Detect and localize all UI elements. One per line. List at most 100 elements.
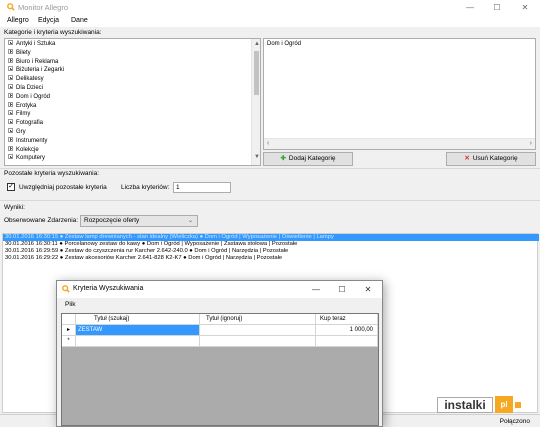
- expand-icon[interactable]: [8, 101, 13, 107]
- row-marker[interactable]: ▸: [62, 325, 76, 336]
- window-title: Monitor Allegro: [18, 3, 69, 12]
- cell-buy-now[interactable]: [316, 336, 378, 347]
- dialog-maximize-button[interactable]: ☐: [335, 284, 349, 295]
- category-tree[interactable]: Antyki i Sztuka Bilety Biuro i Reklama Biżu…: [4, 38, 261, 166]
- tree-item[interactable]: Filmy: [8, 110, 30, 119]
- menu-dane[interactable]: Dane: [71, 17, 88, 24]
- maximize-button[interactable]: ☐: [490, 2, 504, 13]
- tree-item-label: Erotyka: [16, 102, 37, 109]
- connection-status: Połączono: [499, 418, 530, 425]
- selected-categories-list[interactable]: Dom i Ogród ‹ ›: [263, 38, 536, 150]
- logo-badge: pl: [495, 396, 513, 413]
- x-icon: ✕: [464, 155, 470, 162]
- title-bar: Monitor Allegro — ☐ ✕: [0, 0, 540, 15]
- dialog-title: Kryteria Wyszukiwania: [73, 285, 144, 292]
- selected-category-item[interactable]: Dom i Ogród: [267, 41, 301, 47]
- log-entry[interactable]: 30.01.2016 16:30:11 ● Porcelanowy zestaw…: [5, 241, 297, 248]
- expand-icon[interactable]: [8, 57, 13, 63]
- categories-label: Kategorie i kryteria wyszukiwania:: [4, 29, 102, 36]
- tree-item-label: Gry: [16, 129, 26, 135]
- tree-item-label: Antyki i Sztuka: [16, 41, 56, 47]
- tree-item[interactable]: Bilety: [8, 48, 31, 58]
- dialog-close-button[interactable]: ✕: [361, 284, 375, 295]
- logo-wordmark: instalki: [437, 397, 493, 413]
- cell-search[interactable]: [76, 336, 200, 347]
- dialog-minimize-button[interactable]: —: [309, 284, 323, 295]
- criteria-count-label: Liczba kryteriów:: [121, 184, 170, 191]
- tree-item-label: Dla Dzieci: [16, 85, 44, 91]
- remove-category-button[interactable]: ✕ Usuń Kategorię: [446, 152, 536, 166]
- menu-allegro[interactable]: Allegro: [7, 17, 29, 24]
- dialog-search-icon: [62, 285, 70, 293]
- add-category-button[interactable]: ✚ Dodaj Kategorię: [263, 152, 353, 166]
- tree-item[interactable]: Biuro i Reklama: [8, 57, 59, 67]
- criteria-grid[interactable]: Tytuł (szukaj) Tytuł (ignoruj) Kup teraz…: [61, 313, 379, 426]
- expand-icon[interactable]: [8, 154, 13, 160]
- cell-buy-now[interactable]: 1 000,00: [316, 325, 378, 336]
- criteria-count-field[interactable]: 1: [173, 182, 231, 193]
- include-criteria-checkbox[interactable]: ✓: [7, 183, 15, 191]
- log-entry[interactable]: 30.01.2016 16:29:59 ● Zestaw do czyszcze…: [5, 248, 288, 255]
- tree-item[interactable]: Erotyka: [8, 101, 37, 111]
- criteria-dialog: Kryteria Wyszukiwania — ☐ ✕ Plik Tytuł (…: [56, 280, 383, 427]
- scroll-down-icon[interactable]: ▼: [254, 154, 260, 160]
- menu-edycja[interactable]: Edycja: [38, 17, 59, 24]
- scroll-left-icon[interactable]: ‹: [267, 140, 269, 147]
- expand-icon[interactable]: [8, 136, 13, 142]
- tree-item[interactable]: Biżuteria i Zegarki: [8, 66, 64, 75]
- tree-item-label: Dom i Ogród: [16, 93, 51, 100]
- tree-item-label: Filmy: [16, 111, 31, 118]
- dialog-menu-plik[interactable]: Plik: [65, 301, 75, 308]
- cell-search[interactable]: ZESTAW: [76, 325, 200, 336]
- tree-item[interactable]: Kolekcje: [8, 145, 39, 155]
- tree-item[interactable]: Dla Dzieci: [8, 84, 43, 93]
- column-header-search[interactable]: Tytuł (szukaj): [76, 314, 200, 325]
- tree-item[interactable]: Antyki i Sztuka: [8, 40, 55, 49]
- events-label: Obserwowane Zdarzenia:: [4, 217, 79, 224]
- minimize-button[interactable]: —: [463, 2, 477, 13]
- instalki-logo: instalki pl: [437, 395, 527, 415]
- tree-item[interactable]: Komputery: [8, 154, 45, 163]
- tree-item[interactable]: Dom i Ogród: [8, 92, 51, 102]
- tree-item-label: Delikatesy: [16, 76, 44, 83]
- expand-icon[interactable]: [8, 145, 13, 151]
- expand-icon[interactable]: [8, 66, 13, 72]
- dialog-title-bar: Kryteria Wyszukiwania — ☐ ✕: [57, 281, 382, 298]
- cell-ignore[interactable]: [200, 336, 316, 347]
- results-label: Wyniki:: [4, 204, 25, 211]
- plus-icon: ✚: [280, 155, 286, 162]
- expand-icon[interactable]: [8, 110, 13, 116]
- expand-icon[interactable]: [8, 75, 13, 81]
- log-entry[interactable]: 30.01.2016 16:30:15 ● Zestaw lamp drewni…: [3, 234, 539, 241]
- grid-corner: [62, 314, 76, 325]
- column-header-ignore[interactable]: Tytuł (ignoruj): [200, 314, 316, 325]
- tree-item[interactable]: Instrumenty: [8, 136, 47, 146]
- close-button[interactable]: ✕: [518, 2, 532, 13]
- tree-item[interactable]: Gry: [8, 128, 26, 137]
- cell-ignore[interactable]: [200, 325, 316, 336]
- expand-icon[interactable]: [8, 40, 13, 45]
- divider: [0, 200, 540, 201]
- expand-icon[interactable]: [8, 48, 13, 54]
- row-marker[interactable]: *: [62, 336, 76, 347]
- column-header-buy-now[interactable]: Kup teraz: [316, 314, 378, 325]
- scroll-thumb[interactable]: [254, 51, 259, 95]
- expand-icon[interactable]: [8, 128, 13, 133]
- tree-item-label: Biżuteria i Zegarki: [16, 67, 65, 74]
- tree-item[interactable]: Delikatesy: [8, 75, 44, 84]
- log-entry[interactable]: 30.01.2016 16:29:22 ● Zestaw akcesoriów …: [5, 255, 282, 262]
- tree-item-label: Biuro i Reklama: [16, 58, 59, 65]
- list-hscrollbar[interactable]: ‹ ›: [264, 138, 535, 149]
- chevron-down-icon: ⌄: [187, 218, 193, 224]
- expand-icon[interactable]: [8, 84, 13, 89]
- expand-icon[interactable]: [8, 119, 13, 125]
- logo-square: [515, 402, 521, 408]
- scroll-right-icon[interactable]: ›: [530, 140, 532, 147]
- events-select[interactable]: Rozpoczęcie oferty ⌄: [80, 215, 198, 227]
- expand-icon[interactable]: [8, 92, 13, 98]
- other-criteria-label: Pozostałe kryteria wyszukiwania:: [4, 170, 100, 177]
- scroll-up-icon[interactable]: ▲: [254, 41, 260, 47]
- tree-item[interactable]: Fotografia: [8, 119, 43, 128]
- app-search-icon: [7, 3, 15, 11]
- tree-scrollbar[interactable]: ▲ ▼: [251, 39, 260, 165]
